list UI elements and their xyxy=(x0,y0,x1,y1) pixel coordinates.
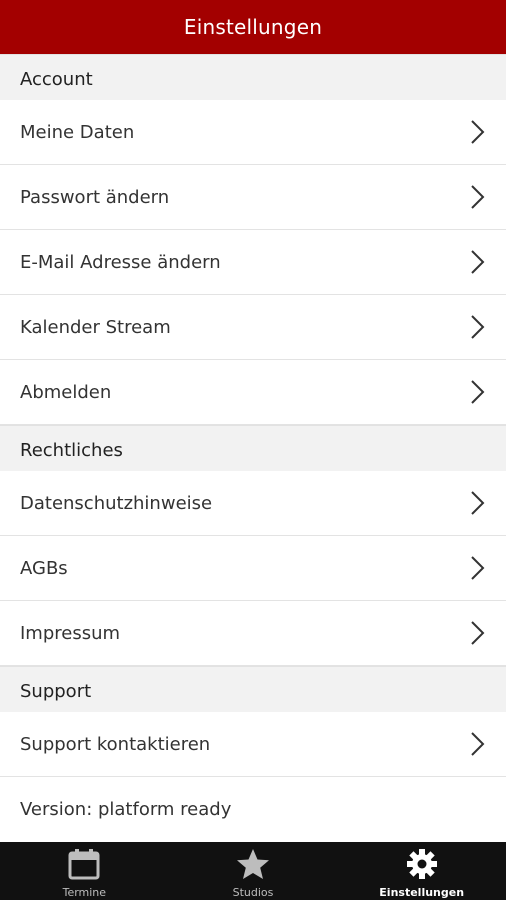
bottom-tab-bar: Termine Studios Einstellungen xyxy=(0,842,506,900)
tab-studios[interactable]: Studios xyxy=(169,842,338,900)
tab-label: Studios xyxy=(232,886,274,899)
settings-item-meine-daten[interactable]: Meine Daten xyxy=(0,100,506,165)
settings-item-label: Datenschutzhinweise xyxy=(20,492,213,514)
chevron-right-icon xyxy=(468,184,486,210)
section-header-account: Account xyxy=(0,54,506,100)
settings-item-label: Passwort ändern xyxy=(20,186,170,208)
version-info: Version: platform ready xyxy=(0,777,506,842)
version-label: Version: platform ready xyxy=(20,799,232,820)
settings-item-label: AGBs xyxy=(20,557,68,579)
chevron-right-icon xyxy=(468,119,486,145)
chevron-right-icon xyxy=(468,314,486,340)
section-header-support: Support xyxy=(0,666,506,712)
tab-label: Einstellungen xyxy=(379,886,465,899)
settings-item-passwort-aendern[interactable]: Passwort ändern xyxy=(0,165,506,230)
gear-icon xyxy=(405,848,439,883)
settings-item-label: Impressum xyxy=(20,622,121,644)
chevron-right-icon xyxy=(468,555,486,581)
star-icon xyxy=(236,848,270,883)
settings-item-label: Meine Daten xyxy=(20,121,135,143)
settings-item-abmelden[interactable]: Abmelden xyxy=(0,360,506,425)
settings-item-agbs[interactable]: AGBs xyxy=(0,536,506,601)
chevron-right-icon xyxy=(468,731,486,757)
settings-item-email-aendern[interactable]: E-Mail Adresse ändern xyxy=(0,230,506,295)
section-header-rechtliches: Rechtliches xyxy=(0,425,506,471)
chevron-right-icon xyxy=(468,620,486,646)
settings-item-label: Kalender Stream xyxy=(20,316,171,338)
settings-item-label: E-Mail Adresse ändern xyxy=(20,251,221,273)
settings-item-kalender-stream[interactable]: Kalender Stream xyxy=(0,295,506,360)
chevron-right-icon xyxy=(468,490,486,516)
page-title: Einstellungen xyxy=(183,15,323,39)
chevron-right-icon xyxy=(468,249,486,275)
chevron-right-icon xyxy=(468,379,486,405)
tab-einstellungen[interactable]: Einstellungen xyxy=(337,842,506,900)
tab-label: Termine xyxy=(62,886,107,899)
calendar-icon xyxy=(67,848,101,883)
settings-item-datenschutz[interactable]: Datenschutzhinweise xyxy=(0,471,506,536)
settings-item-support-kontaktieren[interactable]: Support kontaktieren xyxy=(0,712,506,777)
tab-termine[interactable]: Termine xyxy=(0,842,169,900)
app-header: Einstellungen xyxy=(0,0,506,54)
settings-list: Account Meine Daten Passwort ändern E-Ma… xyxy=(0,54,506,842)
settings-item-impressum[interactable]: Impressum xyxy=(0,601,506,666)
settings-item-label: Support kontaktieren xyxy=(20,733,211,755)
settings-item-label: Abmelden xyxy=(20,381,112,403)
